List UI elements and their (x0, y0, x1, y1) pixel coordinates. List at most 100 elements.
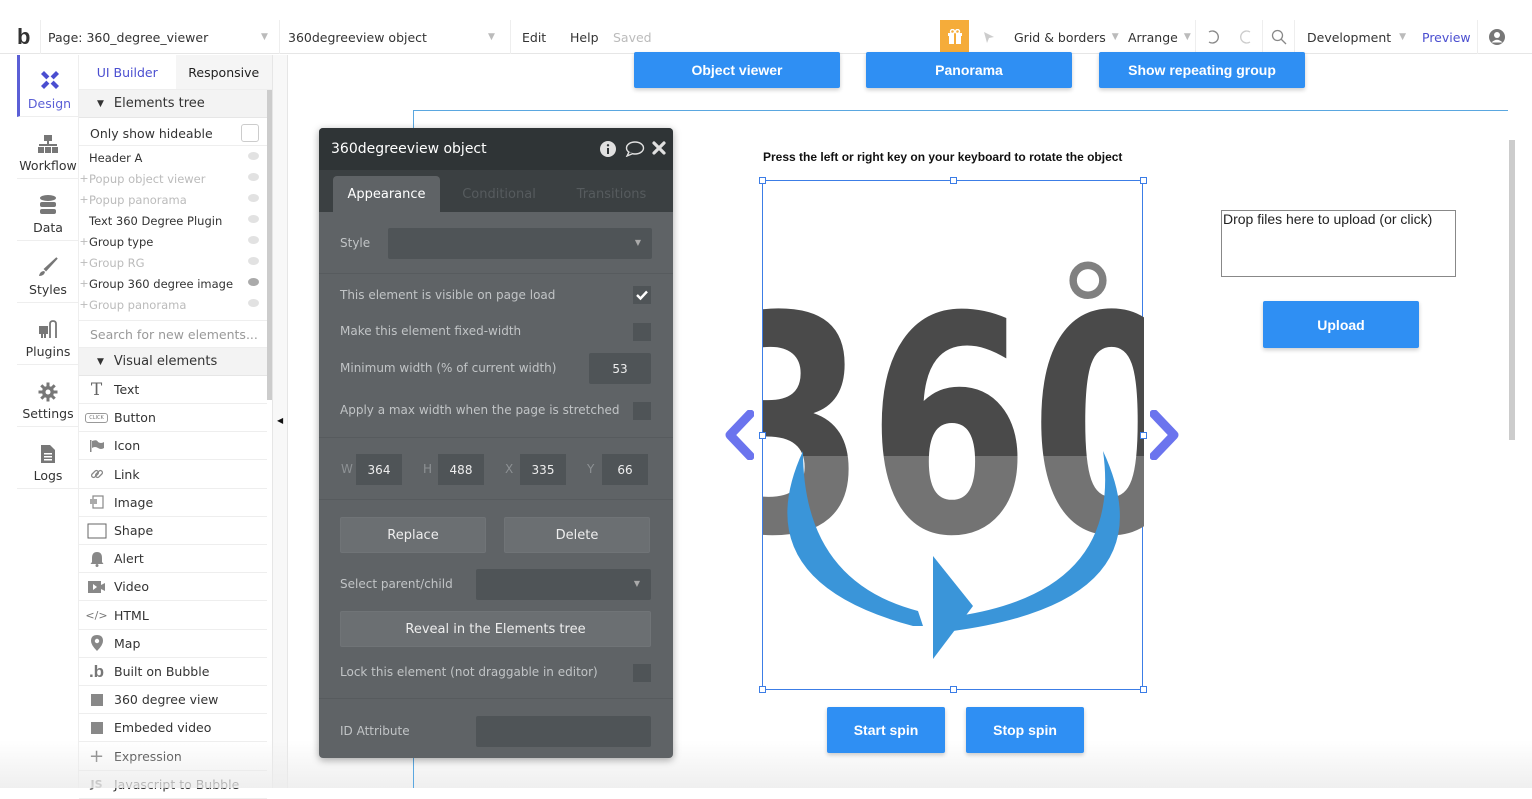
redo-button[interactable] (1238, 20, 1254, 54)
start-spin-button[interactable]: Start spin (827, 707, 945, 753)
visual-element-item[interactable]: Alert (79, 545, 267, 574)
visual-elements-header[interactable]: ▼ Visual elements (79, 348, 267, 376)
visual-element-item[interactable]: Video (79, 573, 267, 602)
eye-slash-icon[interactable] (248, 173, 259, 181)
eye-slash-icon[interactable] (248, 257, 259, 265)
menu-help[interactable]: Help (570, 20, 599, 54)
menu-edit[interactable]: Edit (522, 20, 546, 54)
visible-on-load-checkbox[interactable] (633, 286, 651, 304)
nav-plugins[interactable]: Plugins (17, 303, 79, 365)
y-input[interactable]: 66 (602, 454, 648, 485)
id-attribute-input[interactable] (476, 716, 651, 747)
visual-element-item[interactable]: CLICK Button (79, 404, 267, 433)
replace-button[interactable]: Replace (340, 517, 486, 553)
rotate-right-button[interactable] (1149, 409, 1182, 464)
nav-settings[interactable]: Settings (17, 365, 79, 427)
select-parent-child-dropdown[interactable]: ▼ (476, 569, 651, 600)
visual-element-item[interactable]: 360 degree view (79, 686, 267, 715)
arrange-menu[interactable]: Arrange ▼ (1128, 20, 1191, 54)
eye-slash-icon[interactable] (248, 194, 259, 202)
tab-transitions[interactable]: Transitions (559, 176, 664, 212)
tab-ui-builder[interactable]: UI Builder (79, 55, 176, 89)
eye-icon[interactable] (248, 278, 259, 286)
expand-icon[interactable]: + (79, 298, 89, 311)
preview-link[interactable]: Preview (1422, 20, 1471, 54)
tree-item[interactable]: + Popup object viewer (79, 168, 267, 189)
visual-element-item[interactable]: Link (79, 461, 267, 489)
fixed-width-checkbox[interactable] (633, 323, 651, 341)
visual-element-item[interactable]: Shape (79, 517, 267, 545)
tree-item[interactable]: + Group 360 degree image (79, 273, 267, 294)
x-input[interactable]: 335 (520, 454, 566, 485)
element-selector[interactable]: 360degreeview object ▼ (288, 20, 508, 54)
nav-styles[interactable]: Styles (17, 241, 79, 303)
max-width-checkbox[interactable] (633, 402, 651, 420)
eye-icon[interactable] (248, 152, 259, 160)
tab-responsive[interactable]: Responsive (175, 55, 272, 89)
tree-item[interactable]: Header A (79, 147, 267, 168)
nav-workflow[interactable]: Workflow (17, 117, 79, 179)
expand-icon[interactable]: + (79, 235, 89, 248)
width-input[interactable]: 364 (356, 454, 402, 485)
page-selector[interactable]: Page: 360_degree_viewer ▼ (48, 20, 276, 54)
expand-icon[interactable]: + (79, 277, 89, 290)
info-icon[interactable] (600, 141, 616, 161)
tree-item[interactable]: + Group type (79, 231, 267, 252)
tree-item[interactable]: + Group RG (79, 252, 267, 273)
expand-icon[interactable]: + (79, 193, 89, 206)
undo-button[interactable] (1205, 20, 1221, 54)
min-width-input[interactable]: 53 (589, 353, 651, 384)
rotate-left-button[interactable] (722, 409, 755, 464)
eye-icon[interactable] (248, 236, 259, 244)
search-button[interactable] (1271, 20, 1287, 54)
stop-spin-button[interactable]: Stop spin (966, 707, 1084, 753)
tab-conditional[interactable]: Conditional (449, 176, 549, 212)
height-input[interactable]: 488 (438, 454, 484, 485)
visual-element-item[interactable]: T Text (79, 376, 267, 404)
tree-item[interactable]: Text 360 Degree Plugin (79, 210, 267, 231)
grid-borders-menu[interactable]: Grid & borders ▼ (1014, 20, 1119, 54)
nav-design[interactable]: Design (17, 55, 79, 117)
reveal-in-tree-button[interactable]: Reveal in the Elements tree (340, 611, 651, 647)
visual-element-item[interactable]: + Expression (79, 743, 267, 771)
select-tool-button[interactable] (982, 20, 996, 54)
tree-item[interactable]: + Popup panorama (79, 189, 267, 210)
canvas-scrollbar[interactable] (1509, 140, 1515, 440)
lock-element-checkbox[interactable] (633, 664, 651, 682)
visual-element-item[interactable]: Map (79, 630, 267, 658)
style-dropdown[interactable]: ▼ (388, 228, 652, 259)
expand-icon[interactable]: + (79, 172, 89, 185)
environment-selector[interactable]: Development ▼ (1307, 20, 1406, 54)
gift-button[interactable] (940, 20, 969, 54)
visual-element-item[interactable]: Icon (79, 432, 267, 461)
nav-logs[interactable]: Logs (17, 427, 79, 489)
eye-slash-icon[interactable] (248, 299, 259, 307)
show-repeating-group-button[interactable]: Show repeating group (1099, 52, 1305, 88)
expand-icon[interactable]: + (79, 256, 89, 269)
visual-element-item[interactable]: </> HTML (79, 602, 267, 630)
tab-appearance[interactable]: Appearance (333, 176, 440, 212)
account-button[interactable] (1488, 20, 1506, 54)
eye-icon[interactable] (248, 215, 259, 223)
object-viewer-button[interactable]: Object viewer (634, 52, 840, 88)
upload-button[interactable]: Upload (1263, 301, 1419, 348)
visual-element-item[interactable]: JS Javascript to Bubble (79, 771, 267, 799)
search-elements-input[interactable]: Search for new elements... (79, 320, 267, 348)
tree-item[interactable]: + Group panorama (79, 294, 267, 315)
property-editor-header[interactable]: 360degreeview object (319, 128, 673, 170)
only-show-hideable-checkbox[interactable] (241, 124, 259, 142)
design-icon (40, 71, 59, 89)
panorama-button[interactable]: Panorama (866, 52, 1072, 88)
delete-button[interactable]: Delete (504, 517, 650, 553)
visual-element-item[interactable]: Embeded video (79, 714, 267, 743)
comment-icon[interactable] (625, 141, 645, 161)
visual-element-item[interactable]: Image (79, 489, 267, 517)
elements-tree-header[interactable]: ▼ Elements tree (79, 90, 267, 118)
visual-element-item[interactable]: .b Built on Bubble (79, 658, 267, 686)
nav-data[interactable]: Data (17, 179, 79, 241)
360-degree-view-object[interactable]: 360 ° (704, 177, 1193, 693)
bubble-logo-icon[interactable]: b (17, 20, 30, 54)
panel-collapse-bar[interactable]: ◀ (272, 55, 288, 788)
file-dropzone[interactable]: Drop files here to upload (or click) (1221, 210, 1456, 277)
close-icon[interactable] (652, 141, 666, 159)
